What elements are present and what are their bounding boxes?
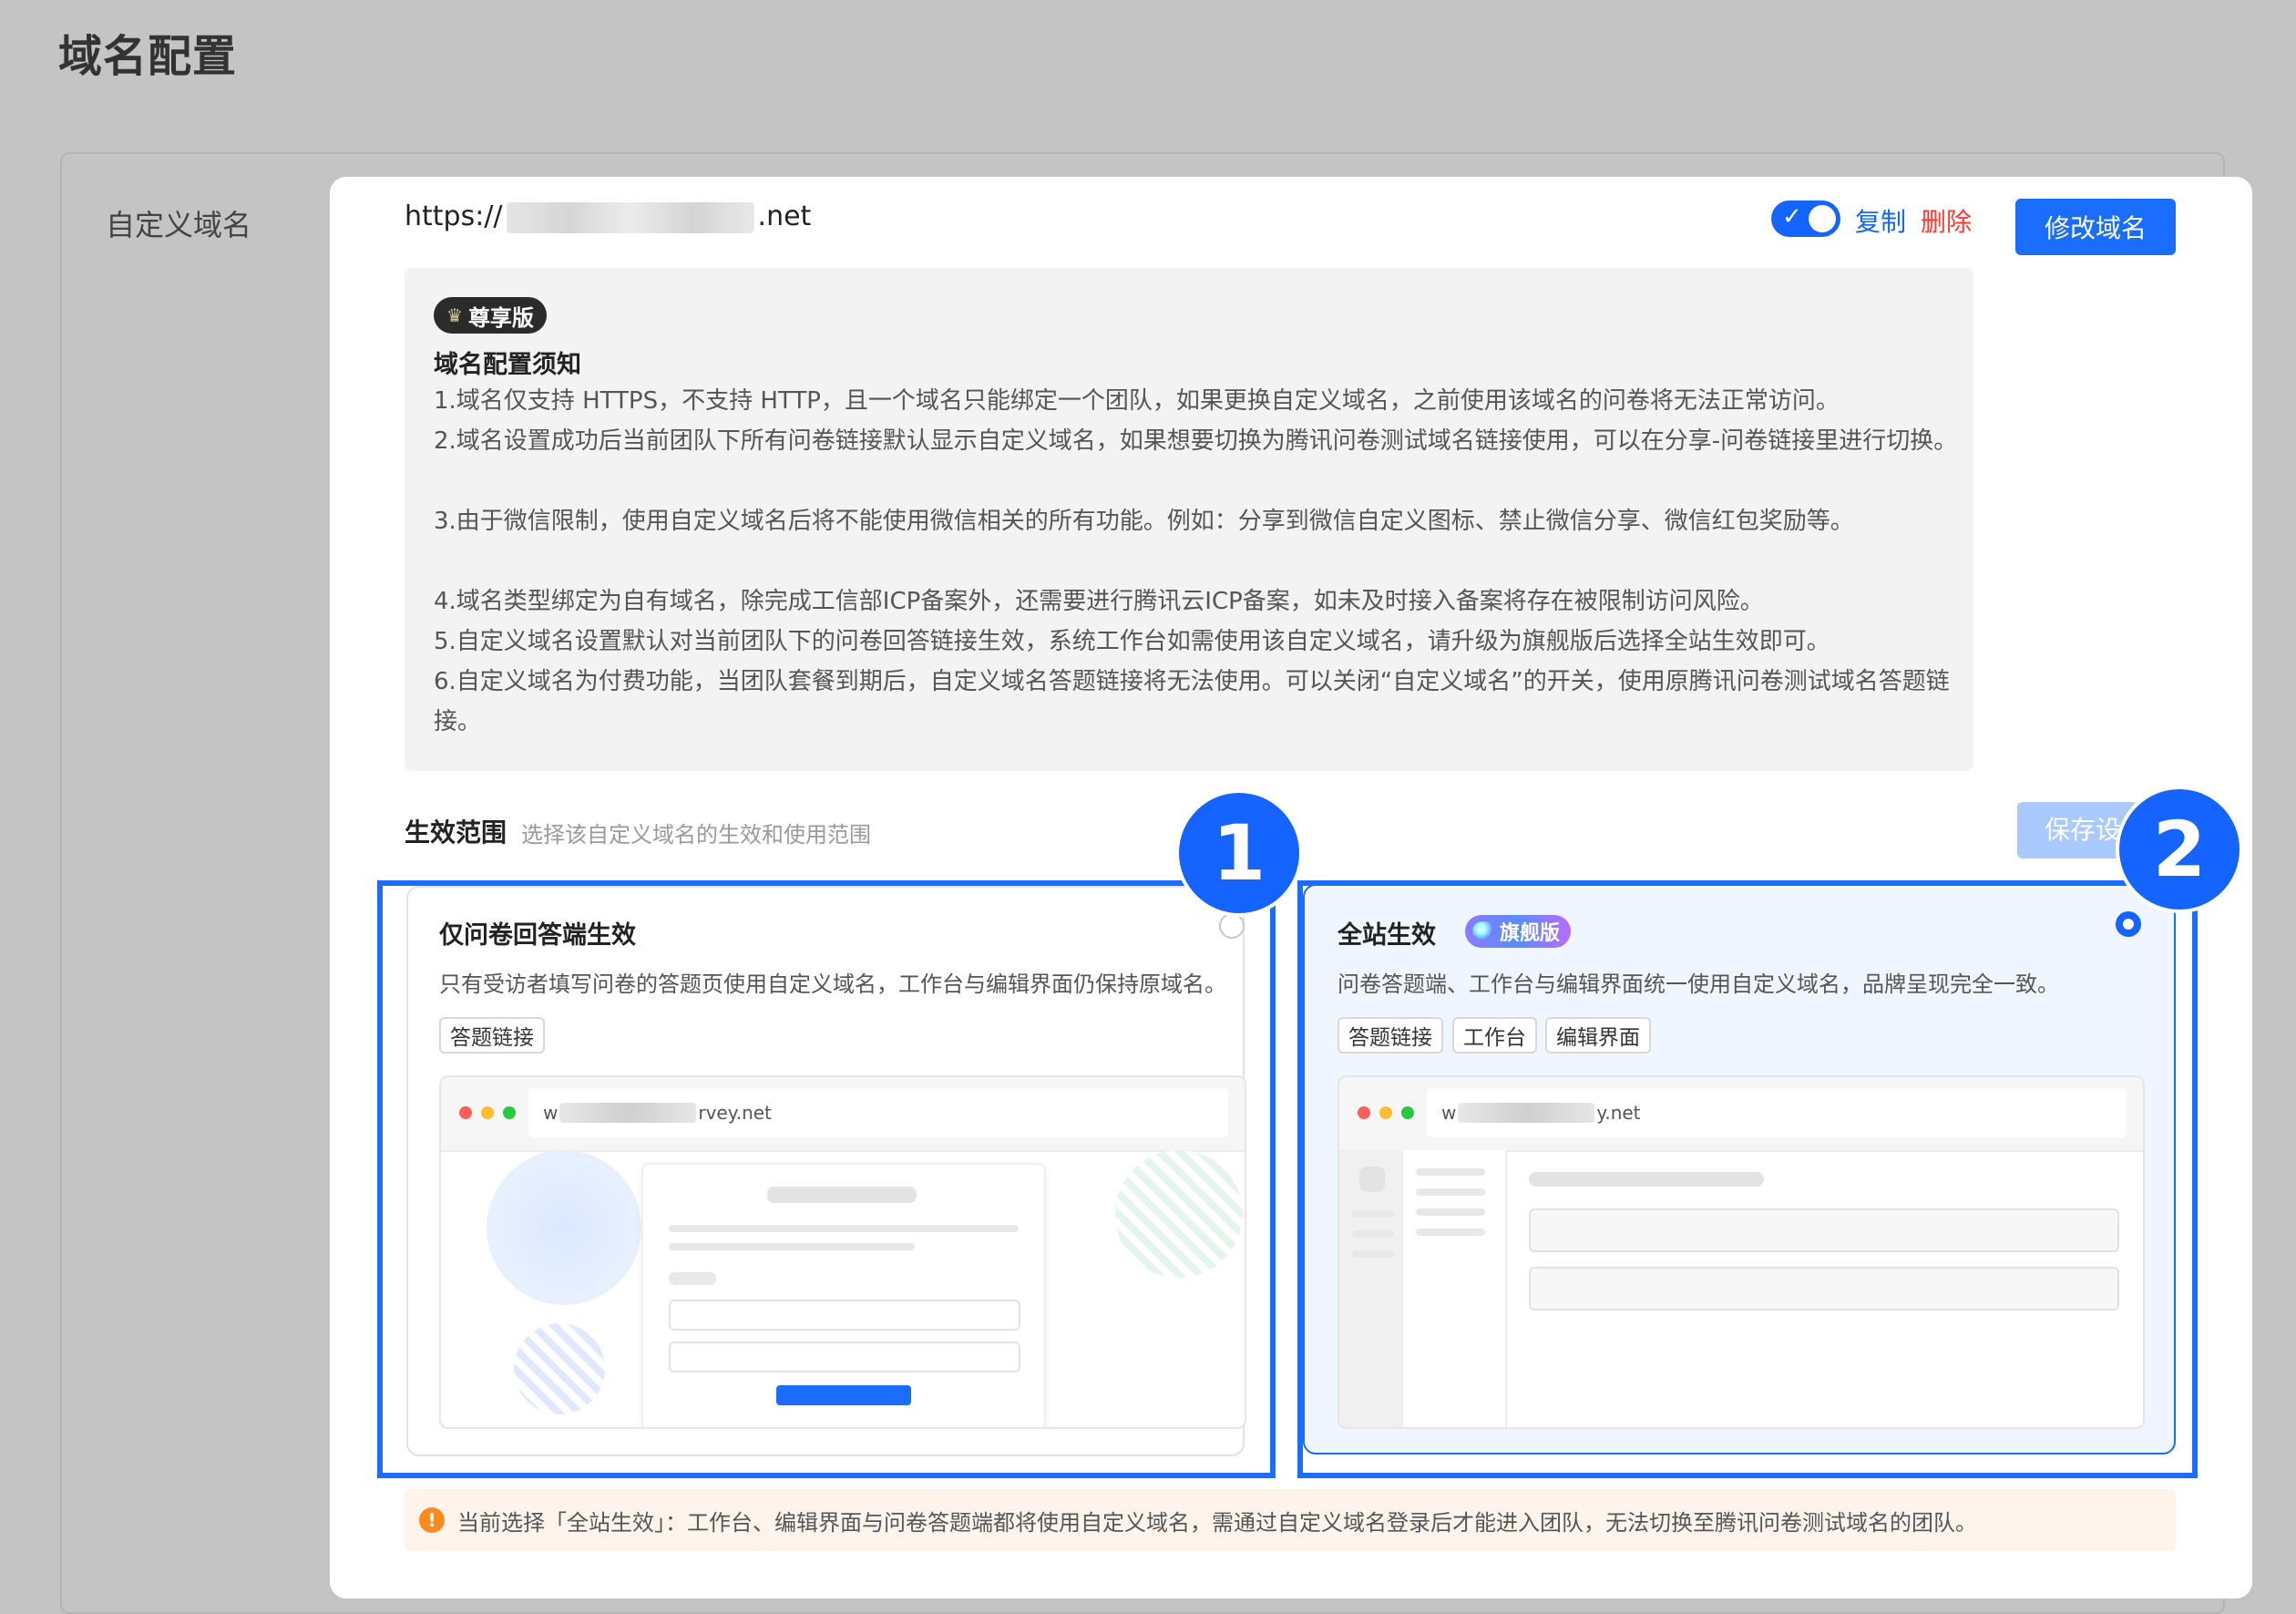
premium-badge: ♛ 尊享版: [434, 297, 547, 334]
preview-address-bar: w y.net: [1427, 1088, 2127, 1137]
preview-address-bar: w rvey.net: [528, 1088, 1228, 1137]
domain-suffix: .net: [757, 200, 812, 232]
flagship-badge: 旗舰版: [1465, 915, 1572, 948]
form-input: [669, 1300, 1020, 1331]
callout-number-2: 2: [2119, 789, 2240, 910]
decor-stripes: [514, 1323, 605, 1414]
browser-bar: w y.net: [1339, 1077, 2143, 1152]
preview-url-suffix: rvey.net: [698, 1102, 772, 1124]
premium-badge-label: 尊享版: [467, 304, 534, 331]
page-title: 域名配置: [58, 31, 238, 82]
mock-nav-item: [1416, 1228, 1485, 1236]
mock-content-block: [1529, 1208, 2119, 1252]
maximize-dot-icon: [1401, 1106, 1414, 1119]
mock-nav-item: [1416, 1208, 1485, 1216]
notice-title: 域名配置须知: [434, 351, 581, 379]
masked-domain: [506, 201, 754, 233]
mock-sidebar-item: [1352, 1230, 1394, 1238]
mock-sidebar: [1339, 1150, 1403, 1427]
notice-item-3: 3.由于微信限制，使用自定义域名后将不能使用微信相关的所有功能。例如：分享到微信…: [434, 508, 1854, 535]
callout-number-1: 1: [1179, 793, 1299, 913]
mock-sidebar-icon: [1359, 1167, 1385, 1192]
notice-item-1: 1.域名仅支持 HTTPS，不支持 HTTP，且一个域名只能绑定一个团队，如果更…: [434, 387, 1840, 415]
option-1-preview: w rvey.net: [439, 1075, 1246, 1429]
close-dot-icon: [459, 1106, 472, 1119]
form-input: [669, 1342, 1020, 1372]
scope-label: 生效范围: [405, 817, 507, 848]
mock-sidebar-item: [1352, 1210, 1394, 1218]
domain-url: https:// .net: [405, 200, 811, 233]
notice-item-5: 5.自定义域名设置默认对当前团队下的问卷回答链接生效，系统工作台如需使用该自定义…: [434, 628, 1830, 655]
decor-circle: [487, 1150, 641, 1305]
option-2-tag-answer-link: 答题链接: [1338, 1017, 1443, 1054]
mock-sidebar-item: [1352, 1250, 1394, 1258]
masked-url: [559, 1103, 697, 1123]
domain-prefix: https://: [405, 200, 503, 232]
masked-url: [1458, 1103, 1595, 1123]
maximize-dot-icon: [503, 1106, 516, 1119]
domain-toggle[interactable]: ✓: [1771, 200, 1840, 237]
scope-warning: ! 当前选择「全站生效」：工作台、编辑界面与问卷答题端都将使用自定义域名，需通过…: [405, 1489, 2176, 1551]
minimize-dot-icon: [481, 1106, 494, 1119]
modify-domain-button[interactable]: 修改域名: [2015, 199, 2176, 255]
option-2-preview: w y.net: [1338, 1075, 2145, 1429]
delete-link[interactable]: 删除: [1921, 202, 1972, 239]
check-icon: ✓: [1782, 203, 1802, 231]
option-1-desc: 只有受访者填写问卷的答题页使用自定义域名，工作台与编辑界面仍保持原域名。: [439, 971, 1226, 997]
form-line: [669, 1225, 1019, 1232]
mock-nav-item: [1416, 1188, 1485, 1196]
toggle-knob: [1809, 205, 1836, 232]
option-2-desc: 问卷答题端、工作台与编辑界面统一使用自定义域名，品牌呈现完全一致。: [1338, 971, 2059, 997]
notice-item-2: 2.域名设置成功后当前团队下所有问卷链接默认显示自定义域名，如果想要切换为腾讯问…: [434, 427, 1958, 455]
mock-nav-item: [1416, 1168, 1485, 1176]
option-1-tag-answer-link: 答题链接: [439, 1017, 545, 1054]
form-line: [669, 1243, 915, 1250]
form-submit: [776, 1385, 911, 1405]
preview-url-prefix: w: [543, 1102, 559, 1124]
option-2-title: 全站生效: [1338, 921, 1436, 950]
form-title-placeholder: [767, 1187, 917, 1203]
minimize-dot-icon: [1379, 1106, 1392, 1119]
copy-link[interactable]: 复制: [1855, 202, 1906, 239]
close-dot-icon: [1358, 1106, 1370, 1119]
mock-content-block: [1529, 1267, 2119, 1311]
option-2-tag-workbench: 工作台: [1452, 1017, 1537, 1054]
flagship-icon: [1472, 921, 1494, 940]
field-label: 自定义域名: [106, 208, 252, 242]
crown-icon: ♛: [446, 304, 463, 326]
warning-text: 当前选择「全站生效」：工作台、编辑界面与问卷答题端都将使用自定义域名，需通过自定…: [457, 1509, 1977, 1536]
mock-content-title: [1529, 1172, 1764, 1187]
form-mock: [641, 1163, 1046, 1427]
preview-url-prefix: w: [1441, 1102, 1457, 1124]
warning-icon: !: [419, 1507, 445, 1533]
browser-bar: w rvey.net: [441, 1077, 1245, 1152]
option-2-tag-editor: 编辑界面: [1545, 1017, 1651, 1054]
form-label: [669, 1272, 716, 1285]
decor-stripes-2: [1115, 1150, 1243, 1278]
scope-description: 选择该自定义域名的生效和使用范围: [521, 822, 871, 848]
notice-item-4: 4.域名类型绑定为自有域名，除完成工信部ICP备案外，还需要进行腾讯云ICP备案…: [434, 588, 1764, 615]
option-2-radio[interactable]: [2116, 911, 2141, 937]
option-1-radio[interactable]: [1219, 913, 1245, 939]
mock-nav: [1403, 1150, 1507, 1427]
preview-url-suffix: y.net: [1596, 1102, 1641, 1124]
option-1-title: 仅问卷回答端生效: [439, 921, 636, 950]
flagship-badge-label: 旗舰版: [1500, 922, 1561, 945]
notice-item-6: 6.自定义域名为付费功能，当团队套餐到期后，自定义域名答题链接将无法使用。可以关…: [434, 668, 1950, 735]
